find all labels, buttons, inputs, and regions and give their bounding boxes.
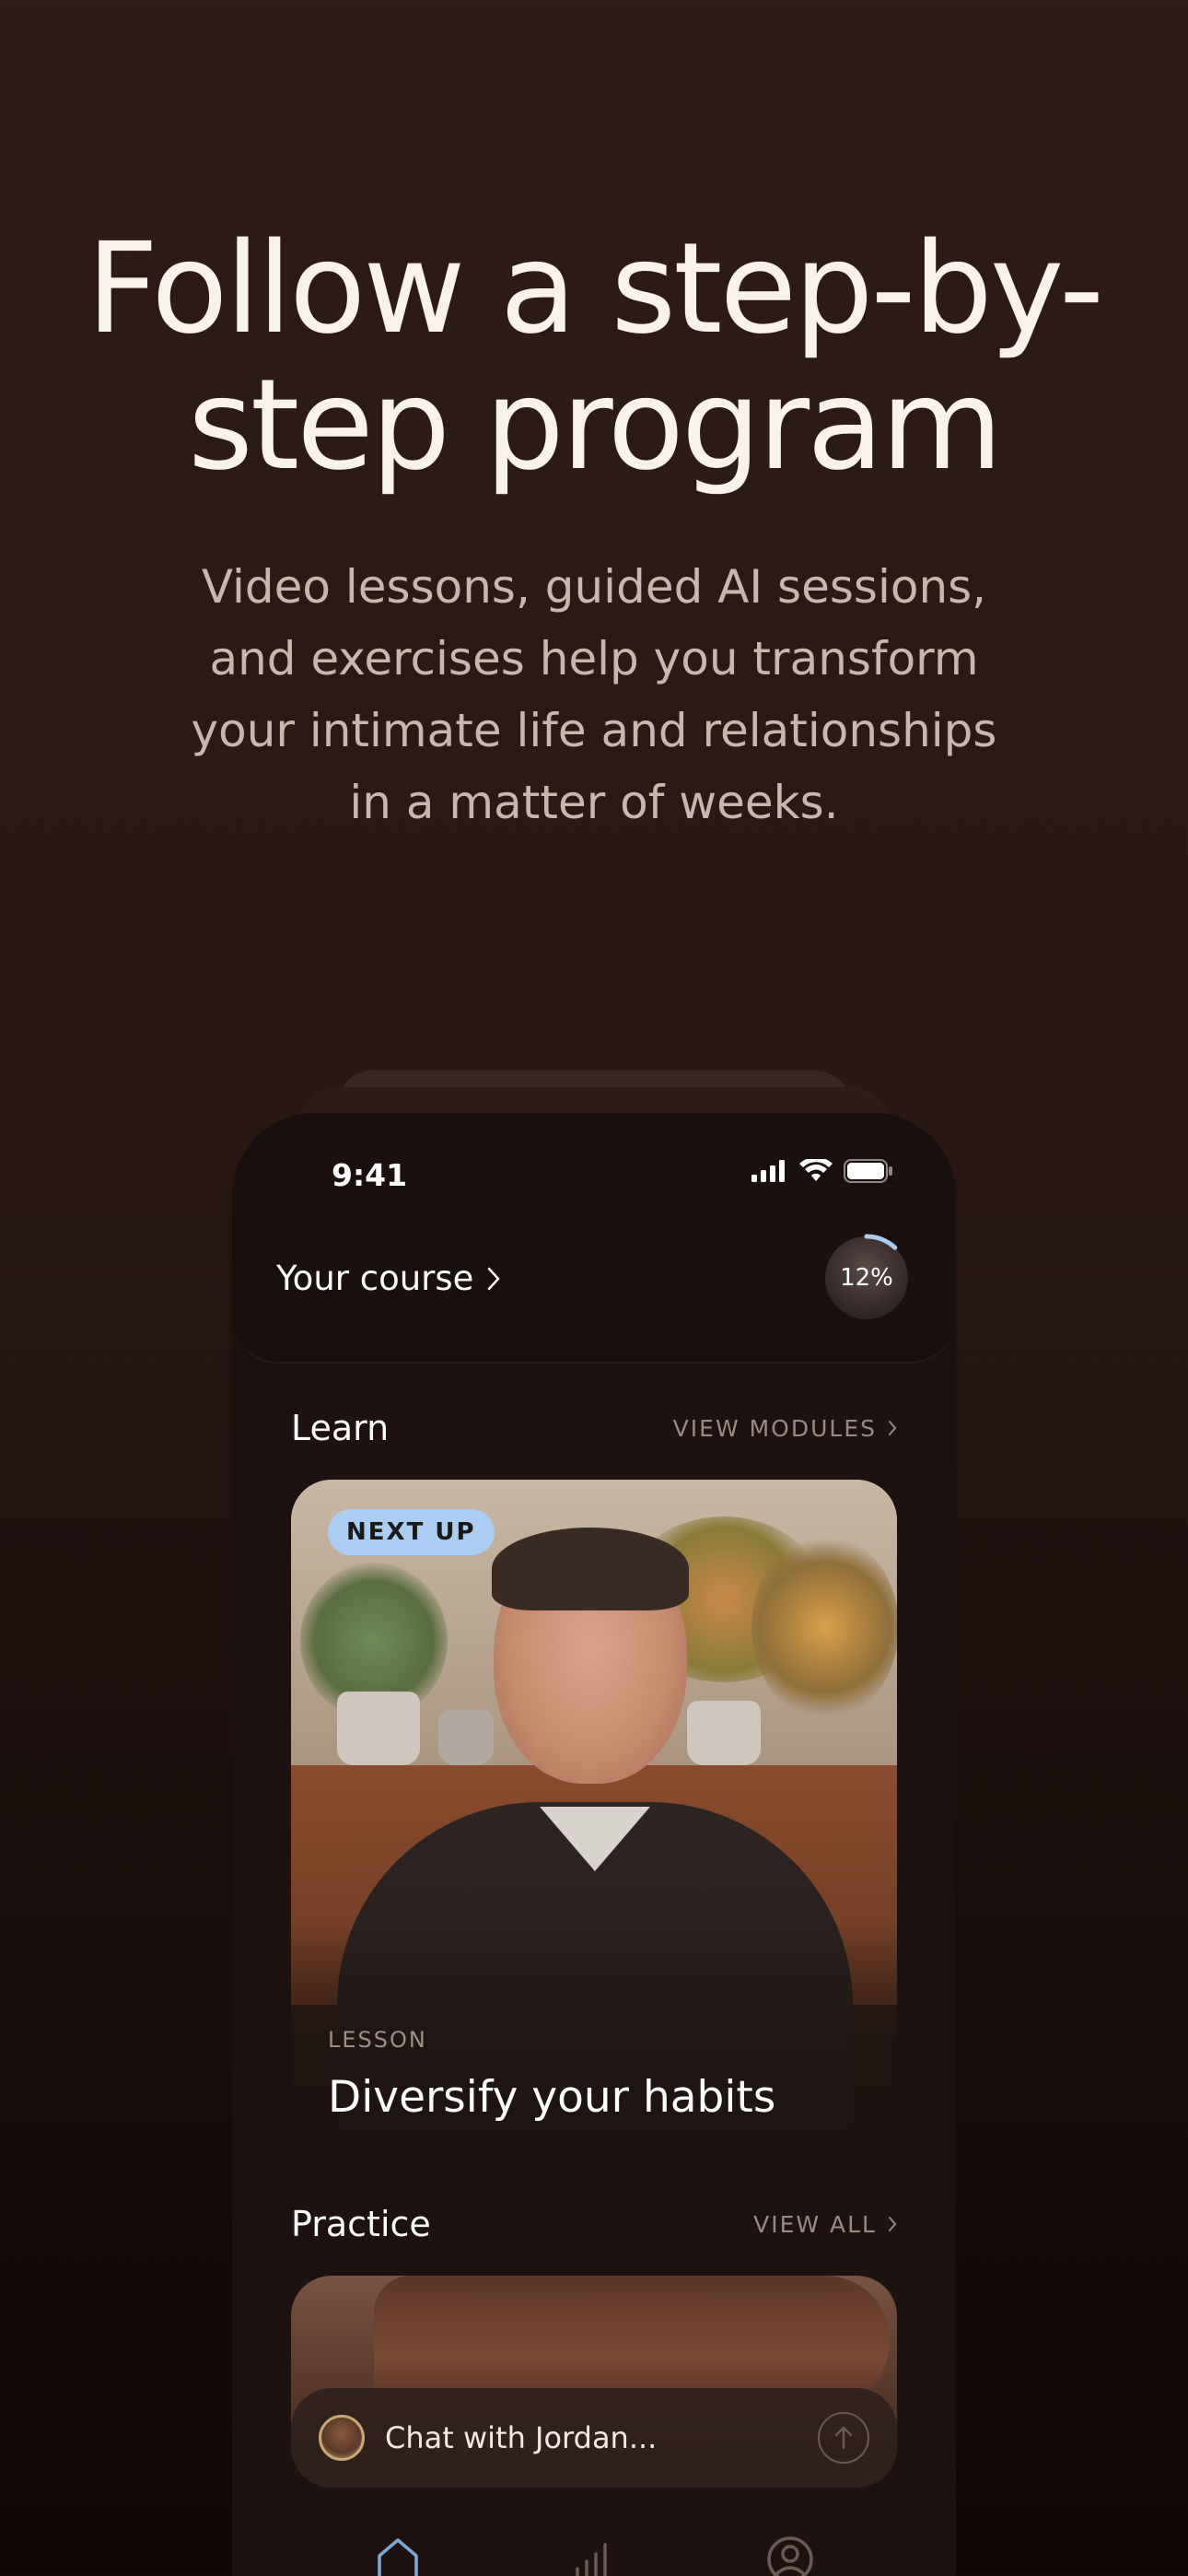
profile-icon bbox=[767, 2536, 813, 2576]
hero-subtext-line1: Video lessons, guided AI sessions, bbox=[201, 560, 987, 614]
home-icon bbox=[378, 2538, 418, 2576]
practice-title: Practice bbox=[291, 2204, 431, 2244]
lesson-title: Diversify your habits bbox=[328, 2072, 776, 2123]
view-all-label: VIEW ALL bbox=[753, 2210, 877, 2238]
battery-icon bbox=[844, 1159, 892, 1183]
practice-section-header: Practice VIEW ALL bbox=[291, 2204, 897, 2244]
view-modules-link[interactable]: VIEW MODULES bbox=[673, 1415, 897, 1442]
status-icons bbox=[751, 1159, 893, 1183]
hero-subtext-line4: in a matter of weeks. bbox=[349, 776, 839, 829]
stats-icon bbox=[576, 2543, 607, 2576]
arrow-up-icon bbox=[834, 2426, 853, 2450]
view-modules-label: VIEW MODULES bbox=[672, 1414, 877, 1442]
hero-headline-line2: step program bbox=[188, 353, 1003, 498]
chat-prompt-text: Chat with Jordan... bbox=[385, 2420, 658, 2455]
tab-stats[interactable] bbox=[568, 2532, 620, 2576]
course-progress-percent: 12% bbox=[840, 1264, 893, 1292]
plant-pot bbox=[438, 1710, 494, 1765]
hero-subtext: Video lessons, guided AI sessions, and e… bbox=[134, 551, 1054, 838]
hero-subtext-line3: your intimate life and relationships bbox=[191, 704, 997, 757]
chevron-right-icon bbox=[889, 1421, 897, 1435]
your-course-label: Your course bbox=[276, 1259, 474, 1298]
chat-with-jordan-bar[interactable]: Chat with Jordan... bbox=[291, 2388, 897, 2488]
phone-mockup: 9:41 Your course 12% Learn VIEW MODULES … bbox=[232, 1113, 956, 2576]
plant-foliage bbox=[751, 1535, 897, 1719]
hero-headline-line1: Follow a step-by- bbox=[86, 217, 1104, 362]
hero-headline: Follow a step-by- step program bbox=[0, 221, 1188, 494]
lesson-kicker: LESSON bbox=[328, 2027, 427, 2053]
tab-home[interactable] bbox=[372, 2532, 424, 2576]
chevron-right-icon bbox=[488, 1267, 500, 1290]
next-up-badge: NEXT UP bbox=[328, 1509, 495, 1555]
course-progress-ring[interactable]: 12% bbox=[821, 1233, 912, 1323]
course-header: 9:41 Your course 12% bbox=[232, 1113, 956, 1364]
plant-pot bbox=[337, 1692, 420, 1765]
tab-profile[interactable] bbox=[764, 2532, 816, 2576]
cellular-signal-icon bbox=[751, 1160, 785, 1182]
jordan-avatar bbox=[319, 2415, 365, 2461]
learn-title: Learn bbox=[291, 1408, 390, 1448]
view-all-link[interactable]: VIEW ALL bbox=[753, 2211, 897, 2238]
send-button[interactable] bbox=[818, 2412, 869, 2464]
tab-bar bbox=[232, 2532, 956, 2576]
wifi-icon bbox=[799, 1159, 833, 1181]
plant-pot bbox=[687, 1701, 761, 1765]
presenter-hair bbox=[492, 1528, 689, 1610]
chevron-right-icon bbox=[889, 2217, 897, 2231]
next-lesson-card[interactable]: NEXT UP LESSON Diversify your habits bbox=[291, 1480, 897, 2161]
hero-subtext-line2: and exercises help you transform bbox=[209, 632, 979, 685]
learn-section-header: Learn VIEW MODULES bbox=[291, 1408, 897, 1448]
status-time: 9:41 bbox=[332, 1157, 408, 1193]
your-course-link[interactable]: Your course bbox=[276, 1259, 501, 1298]
